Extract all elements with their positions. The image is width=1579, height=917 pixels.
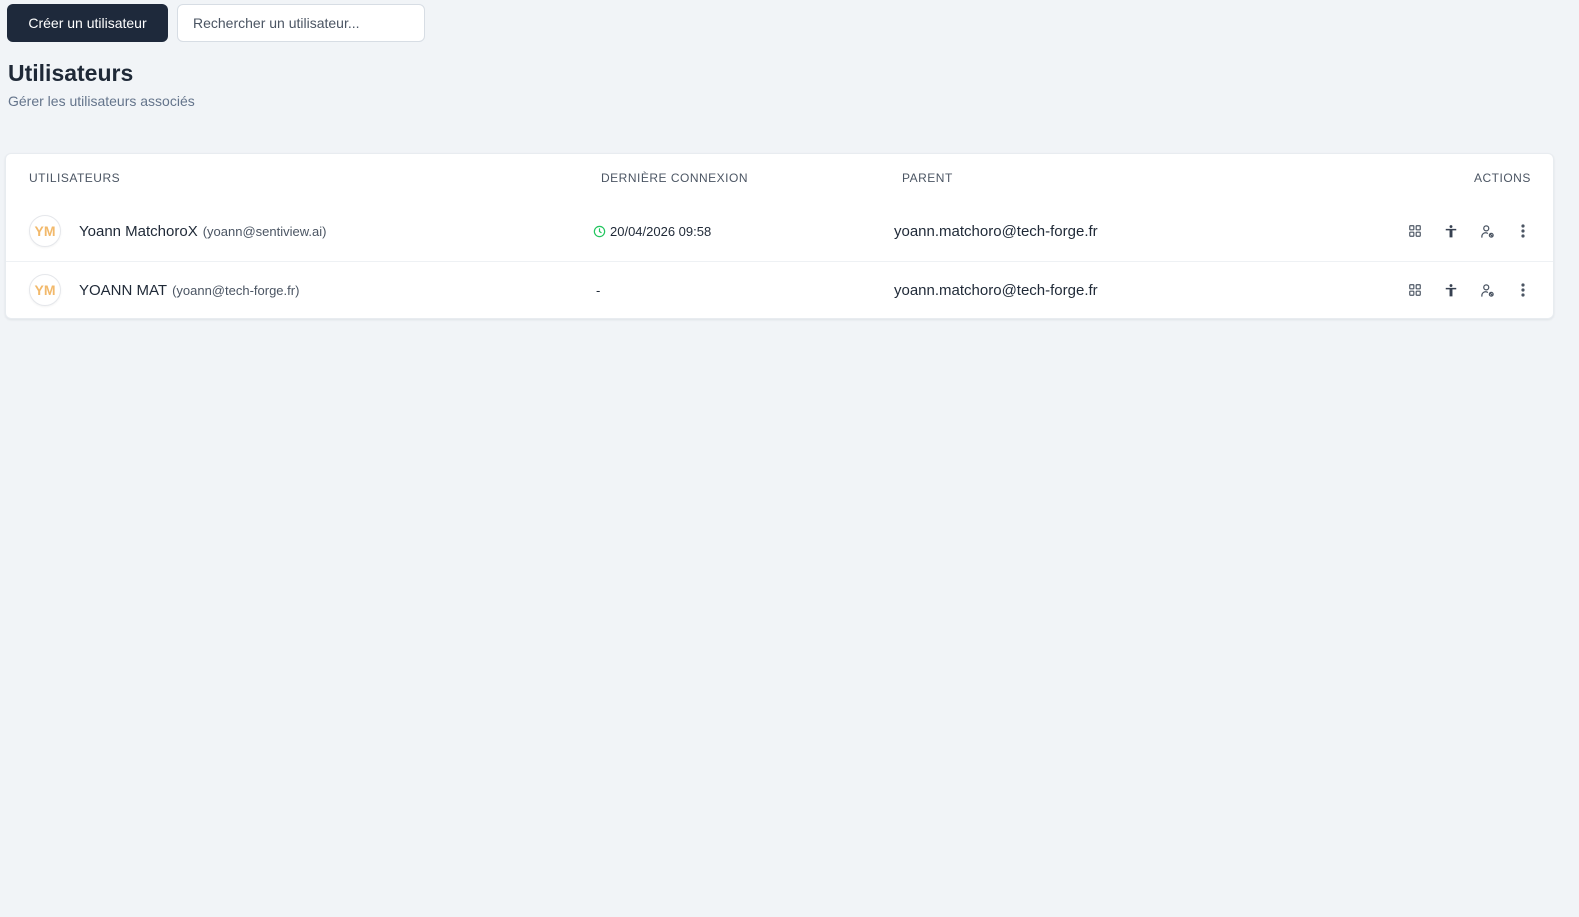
user-name: YOANN MAT (yoann@tech-forge.fr)	[79, 282, 299, 299]
page-subtitle: Gérer les utilisateurs associés	[8, 93, 195, 109]
clock-icon	[593, 225, 606, 238]
page-title: Utilisateurs	[8, 60, 134, 86]
user-name-text: YOANN MAT	[79, 282, 168, 299]
avatar: YM	[29, 274, 61, 306]
row-actions	[1403, 219, 1535, 243]
user-settings-icon[interactable]	[1475, 219, 1499, 243]
column-header-users: UTILISATEURS	[29, 171, 121, 185]
user-email: (yoann@sentiview.ai)	[202, 224, 327, 239]
more-vertical-icon[interactable]	[1511, 219, 1535, 243]
row-actions	[1403, 278, 1535, 302]
users-table: UTILISATEURS DERNIÈRE CONNEXION PARENT A…	[5, 153, 1554, 319]
grid-icon[interactable]	[1403, 219, 1427, 243]
column-header-last-login: DERNIÈRE CONNEXION	[601, 171, 749, 185]
column-header-actions: ACTIONS	[1474, 171, 1531, 185]
accessibility-icon[interactable]	[1439, 219, 1463, 243]
user-name-text: Yoann MatchoroX	[79, 223, 198, 240]
table-row[interactable]: YM Yoann MatchoroX (yoann@sentiview.ai) 2…	[6, 203, 1553, 262]
table-row[interactable]: YM YOANN MAT (yoann@tech-forge.fr) - yoan…	[6, 262, 1553, 320]
grid-icon[interactable]	[1403, 278, 1427, 302]
avatar: YM	[29, 215, 61, 247]
more-vertical-icon[interactable]	[1511, 278, 1535, 302]
user-name: Yoann MatchoroX (yoann@sentiview.ai)	[79, 223, 326, 240]
create-user-button[interactable]: Créer un utilisateur	[7, 4, 168, 42]
last-login-text: 20/04/2026 09:58	[610, 224, 712, 239]
last-login: 20/04/2026 09:58	[593, 224, 711, 239]
accessibility-icon[interactable]	[1439, 278, 1463, 302]
parent-email: yoann.matchoro@tech-forge.fr	[894, 223, 1098, 240]
user-email: (yoann@tech-forge.fr)	[172, 283, 300, 298]
search-input[interactable]	[177, 4, 425, 42]
last-login-text: -	[596, 283, 601, 298]
last-login: -	[596, 283, 600, 298]
user-settings-icon[interactable]	[1475, 278, 1499, 302]
parent-email: yoann.matchoro@tech-forge.fr	[894, 282, 1098, 299]
toolbar: Créer un utilisateur	[7, 4, 425, 42]
column-header-parent: PARENT	[902, 171, 953, 185]
